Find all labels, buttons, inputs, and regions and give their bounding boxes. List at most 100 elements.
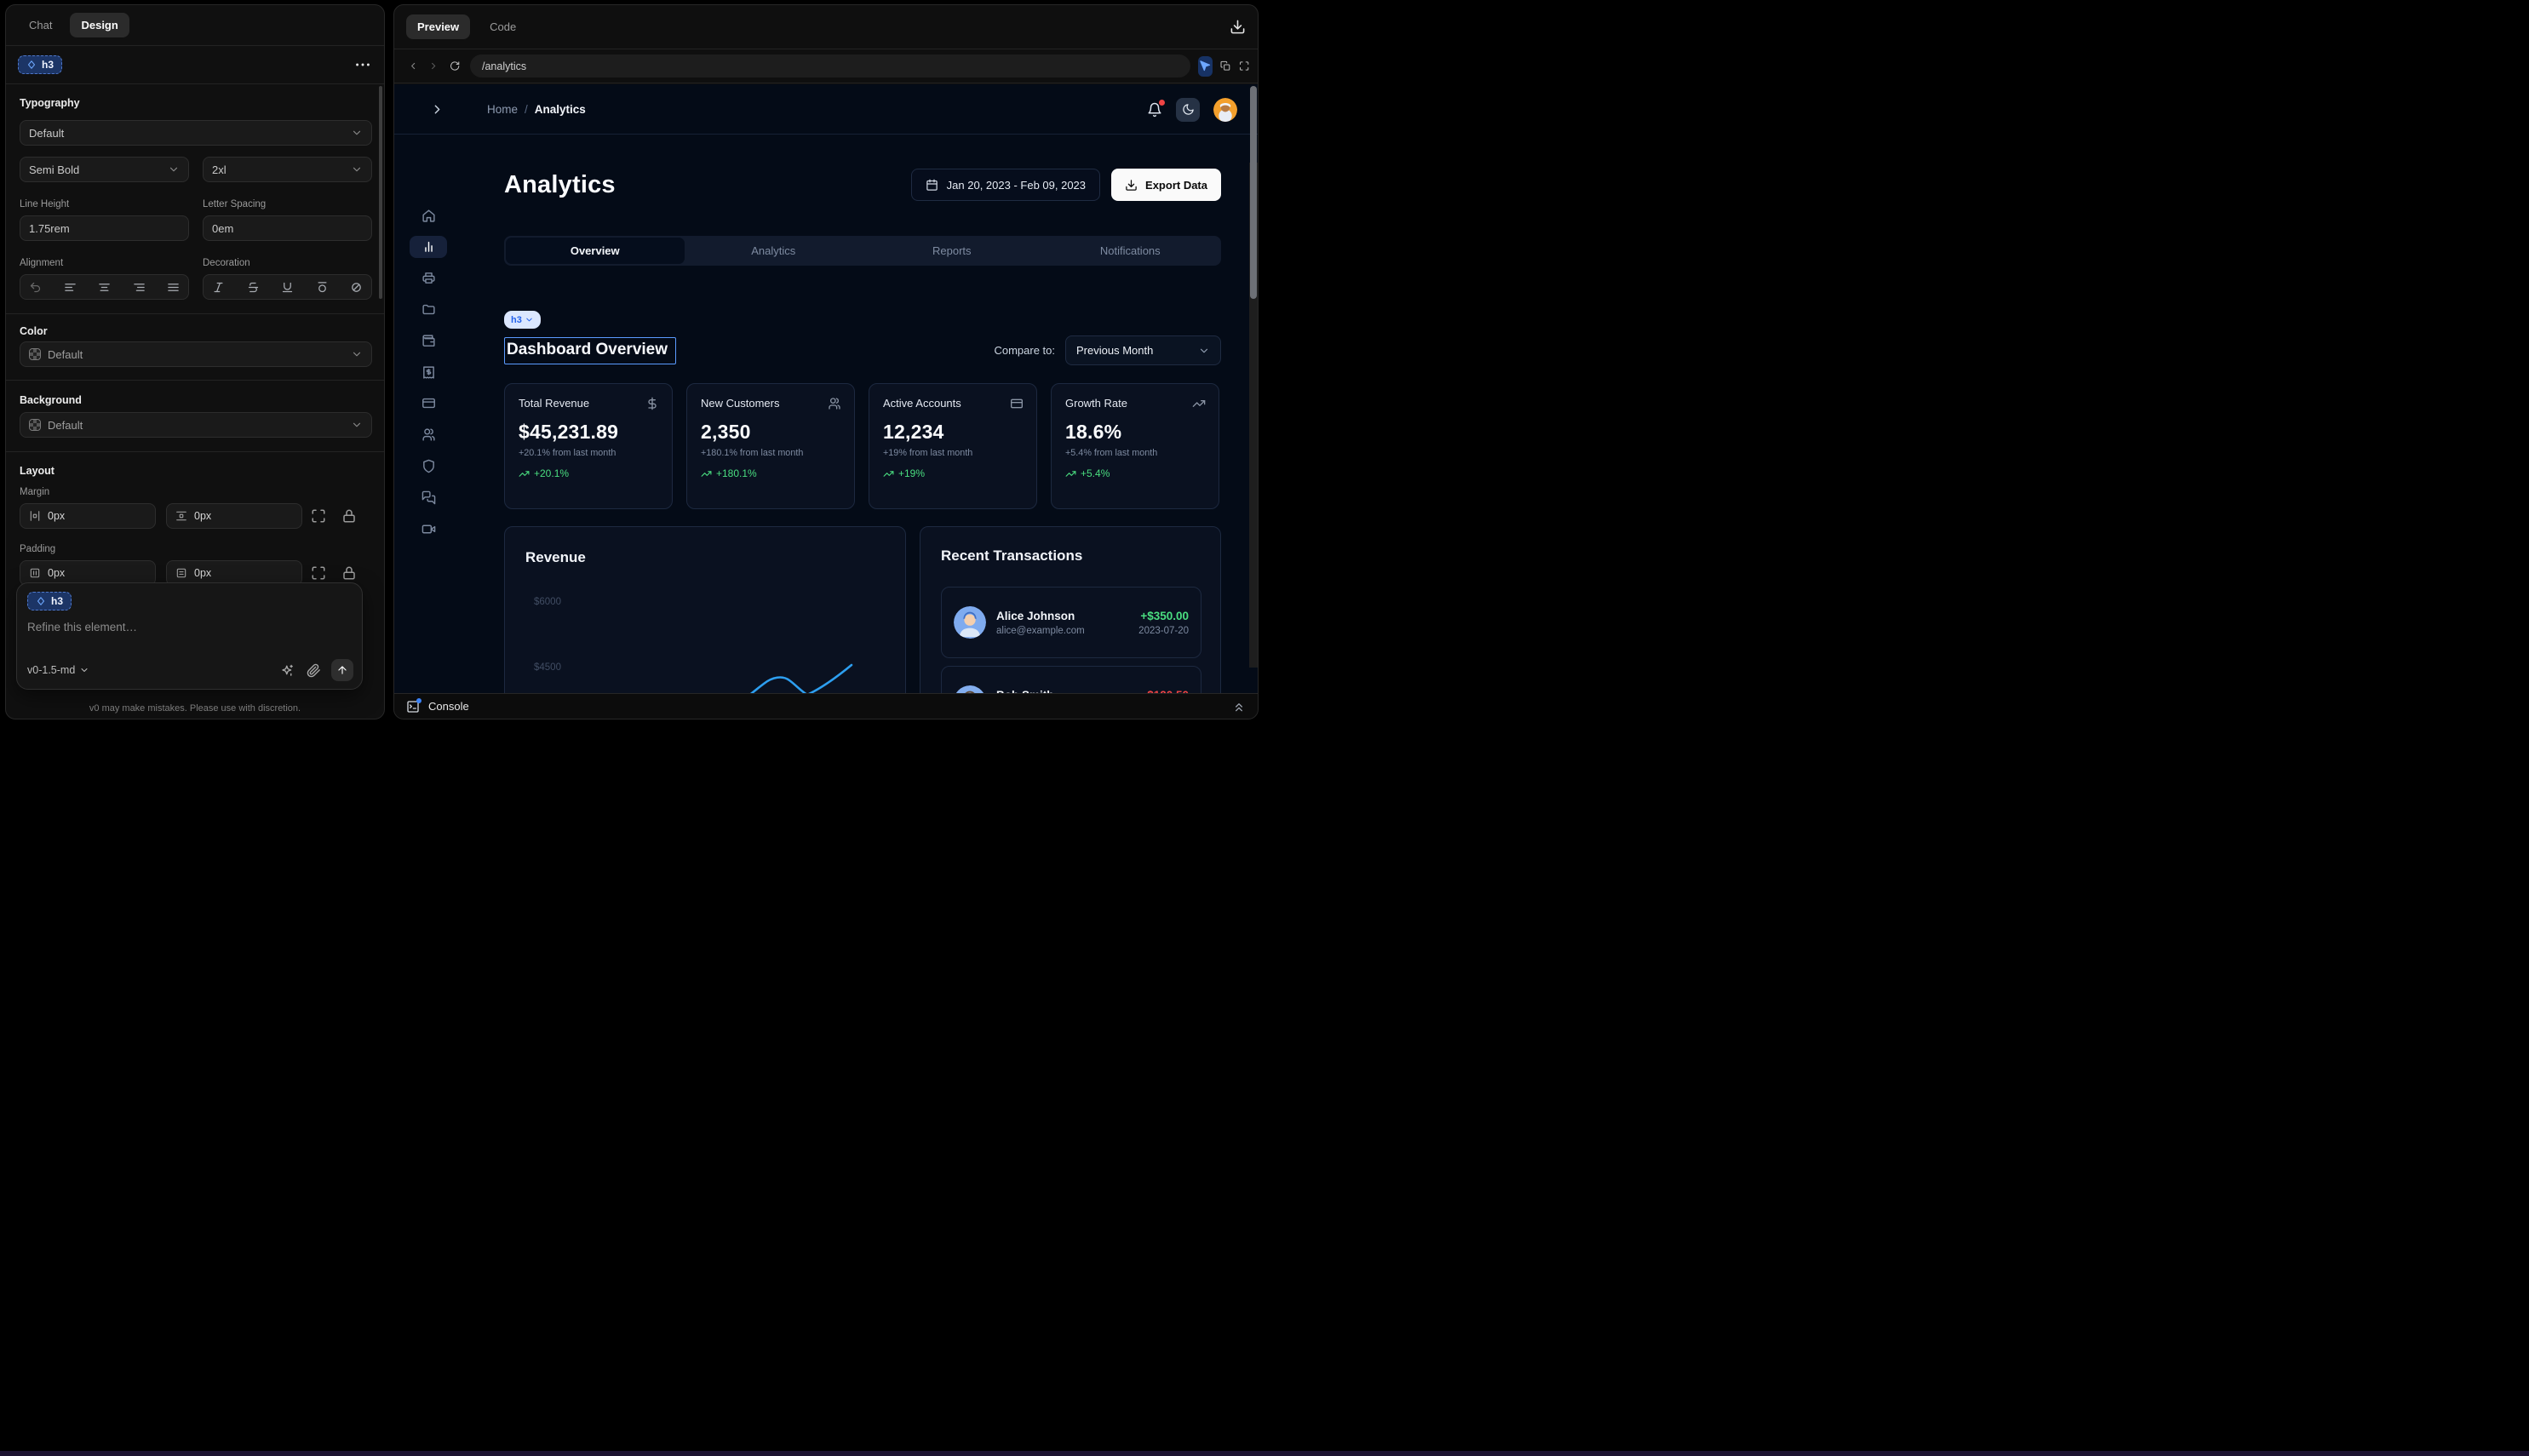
credit-card-icon[interactable] — [410, 393, 447, 415]
transaction-row[interactable]: Alice Johnson alice@example.com +$350.00… — [941, 587, 1201, 658]
margin-x-icon — [29, 510, 41, 522]
download-icon[interactable] — [1230, 19, 1246, 35]
padding-y-icon — [175, 567, 187, 579]
model-value: v0-1.5-md — [27, 664, 75, 676]
tab-chat[interactable]: Chat — [18, 13, 63, 37]
breadcrumb-home[interactable]: Home — [487, 103, 518, 116]
section-heading-selected[interactable]: Dashboard Overview — [504, 337, 676, 364]
chevrons-up-icon[interactable] — [1232, 700, 1246, 714]
shield-icon[interactable] — [410, 455, 447, 477]
back-icon[interactable] — [408, 59, 418, 73]
more-options-icon[interactable] — [353, 55, 372, 74]
color-select[interactable]: Default — [20, 341, 372, 367]
sparkles-icon[interactable] — [280, 663, 295, 678]
tab-design[interactable]: Design — [70, 13, 129, 37]
design-panel: Chat Design h3 Typography Default Semi B… — [5, 4, 385, 719]
fullscreen-icon[interactable] — [1239, 59, 1249, 73]
expand-margin-icon[interactable] — [311, 508, 326, 524]
italic-icon[interactable] — [212, 281, 225, 294]
avatar[interactable] — [1213, 98, 1237, 122]
align-right-icon[interactable] — [133, 281, 146, 294]
element-badge[interactable]: h3 — [18, 55, 62, 74]
tab-preview[interactable]: Preview — [406, 14, 470, 39]
tab-notifications[interactable]: Notifications — [1041, 238, 1220, 264]
font-size-select[interactable]: 2xl — [203, 157, 372, 182]
url-input[interactable]: /analytics — [470, 54, 1190, 77]
stat-sub: +19% from last month — [883, 448, 1023, 458]
preview-panel: Preview Code /analytics Home / Analytics — [393, 4, 1259, 719]
cursor-icon — [1199, 60, 1212, 72]
url-value: /analytics — [482, 60, 526, 72]
margin-y-input[interactable]: 0px — [166, 503, 302, 529]
slash-zero-icon[interactable] — [350, 281, 363, 294]
page-title: Analytics — [504, 171, 616, 199]
home-icon[interactable] — [410, 204, 447, 226]
users-icon — [828, 397, 841, 410]
panel-tab-bar: Chat Design — [6, 5, 384, 46]
credit-card-icon — [1010, 397, 1024, 410]
copy-icon[interactable] — [1220, 59, 1230, 73]
wallet-icon[interactable] — [410, 330, 447, 352]
refine-input[interactable]: Refine this element… — [27, 621, 352, 633]
notifications-button[interactable] — [1147, 102, 1162, 118]
font-family-select[interactable]: Default — [20, 120, 372, 146]
background-value: Default — [48, 419, 83, 432]
expand-padding-icon[interactable] — [311, 565, 326, 581]
tab-analytics[interactable]: Analytics — [685, 238, 863, 264]
folder-icon[interactable] — [410, 298, 447, 320]
messages-icon[interactable] — [410, 486, 447, 508]
margin-y-value: 0px — [194, 510, 211, 522]
transaction-row[interactable]: Bob Smith bob@example.com -$120.50 2023-… — [941, 666, 1201, 693]
printer-icon[interactable] — [410, 267, 447, 289]
tab-code[interactable]: Code — [479, 14, 527, 39]
forward-icon[interactable] — [428, 59, 439, 73]
line-height-input[interactable]: 1.75rem — [20, 215, 189, 241]
bar-chart-icon[interactable] — [410, 236, 447, 258]
video-icon[interactable] — [410, 518, 447, 540]
align-justify-icon[interactable] — [167, 281, 180, 294]
letter-spacing-input[interactable]: 0em — [203, 215, 372, 241]
stat-card-new-customers: New Customers 2,350 +180.1% from last mo… — [686, 383, 855, 509]
transaction-date: 2023-07-20 — [1138, 626, 1189, 636]
export-data-button[interactable]: Export Data — [1111, 169, 1221, 201]
stat-title: Active Accounts — [883, 397, 1023, 410]
margin-y-icon — [175, 510, 187, 522]
lock-padding-icon[interactable] — [341, 565, 357, 581]
transaction-name: Alice Johnson — [996, 610, 1085, 622]
tab-overview[interactable]: Overview — [506, 238, 685, 264]
date-range-button[interactable]: Jan 20, 2023 - Feb 09, 2023 — [911, 169, 1100, 201]
alignment-toolbar — [20, 274, 189, 300]
background-select[interactable]: Default — [20, 412, 372, 438]
lock-margin-icon[interactable] — [341, 508, 357, 524]
align-left-icon[interactable] — [64, 281, 77, 294]
prompt-element-badge[interactable]: h3 — [27, 592, 72, 610]
undo-icon[interactable] — [29, 281, 42, 294]
users-icon[interactable] — [410, 424, 447, 446]
strikethrough-icon[interactable] — [247, 281, 260, 294]
left-panel-scrollbar[interactable] — [379, 86, 382, 299]
tab-reports[interactable]: Reports — [863, 238, 1041, 264]
align-center-icon[interactable] — [98, 281, 111, 294]
preview-scrollbar-thumb[interactable] — [1250, 86, 1257, 299]
console-bar[interactable]: Console — [394, 693, 1258, 719]
overline-icon[interactable] — [316, 281, 329, 294]
send-button[interactable] — [331, 659, 353, 681]
compare-select[interactable]: Previous Month — [1065, 335, 1221, 365]
sidebar-expand-icon[interactable] — [430, 102, 444, 117]
model-select[interactable]: v0-1.5-md — [27, 664, 89, 676]
theme-toggle[interactable] — [1176, 98, 1200, 122]
underline-icon[interactable] — [281, 281, 294, 294]
paperclip-icon[interactable] — [307, 663, 321, 678]
chevron-down-icon — [351, 419, 363, 431]
layout-section-label: Layout — [20, 465, 54, 477]
revenue-line-chart — [505, 527, 907, 693]
select-element-tool[interactable] — [1198, 56, 1213, 77]
refresh-icon[interactable] — [450, 59, 460, 73]
selected-tag-chip[interactable]: h3 — [504, 311, 541, 329]
app-main: Analytics Jan 20, 2023 - Feb 09, 2023 Ex… — [504, 135, 1221, 693]
breadcrumb: Home / Analytics — [487, 103, 586, 116]
trending-up-icon — [519, 468, 530, 479]
margin-x-input[interactable]: 0px — [20, 503, 156, 529]
receipt-icon[interactable] — [410, 361, 447, 383]
font-weight-select[interactable]: Semi Bold — [20, 157, 189, 182]
